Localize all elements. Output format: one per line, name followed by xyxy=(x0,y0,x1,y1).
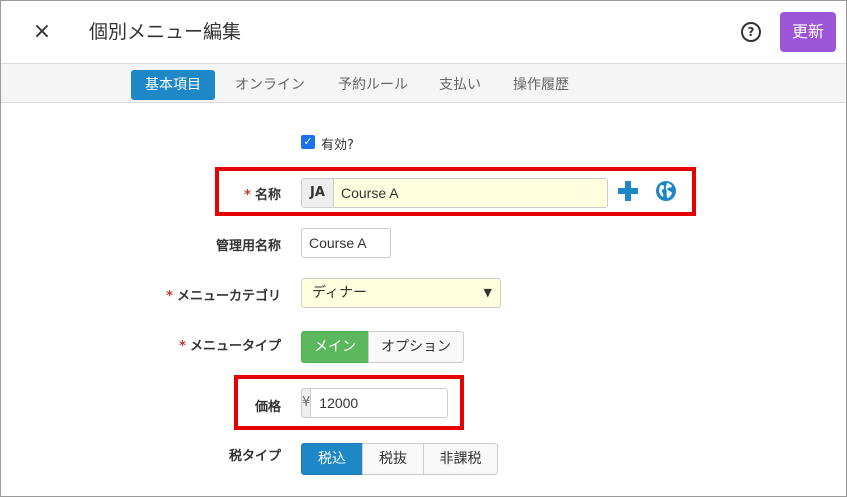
tax-excluded-button[interactable]: 税抜 xyxy=(362,443,424,475)
menu-type-option-button[interactable]: オプション xyxy=(368,331,464,363)
tab-reservation-rules[interactable]: 予約ルール xyxy=(338,71,408,99)
menu-type-main-button[interactable]: メイン xyxy=(301,331,369,363)
admin-name-label: 管理用名称 xyxy=(215,239,281,254)
tab-payment[interactable]: 支払い xyxy=(439,71,481,99)
tab-online[interactable]: オンライン xyxy=(235,71,305,99)
close-button[interactable]: × xyxy=(29,19,55,45)
help-icon[interactable]: ? xyxy=(741,22,761,42)
price-highlight-box xyxy=(234,375,464,430)
tax-type-label: 税タイプ xyxy=(228,449,281,464)
enabled-label: 有効? xyxy=(321,138,354,153)
menu-type-label: * メニュータイプ xyxy=(179,339,281,354)
tab-bar: 基本項目 オンライン 予約ルール 支払い 操作履歴 xyxy=(1,63,846,103)
category-selected-value: ディナー xyxy=(312,285,368,301)
tax-included-button[interactable]: 税込 xyxy=(301,443,363,475)
tax-exempt-button[interactable]: 非課税 xyxy=(423,443,498,475)
menu-type-toggle: メイン オプション xyxy=(301,331,464,363)
category-label: * メニューカテゴリ xyxy=(166,289,281,304)
update-button[interactable]: 更新 xyxy=(780,12,836,52)
chevron-down-icon: ▼ xyxy=(483,286,492,299)
tab-history[interactable]: 操作履歴 xyxy=(513,71,569,99)
name-highlight-box xyxy=(215,167,696,216)
tab-basic[interactable]: 基本項目 xyxy=(131,70,215,100)
admin-name-input[interactable] xyxy=(301,228,391,258)
enabled-checkbox[interactable]: ✓ xyxy=(301,135,315,149)
header: × 個別メニュー編集 ? 更新 xyxy=(1,1,846,63)
tax-type-toggle: 税込 税抜 非課税 xyxy=(301,443,498,475)
page-title: 個別メニュー編集 xyxy=(89,21,242,43)
category-select[interactable]: ディナー ▼ xyxy=(301,278,501,308)
